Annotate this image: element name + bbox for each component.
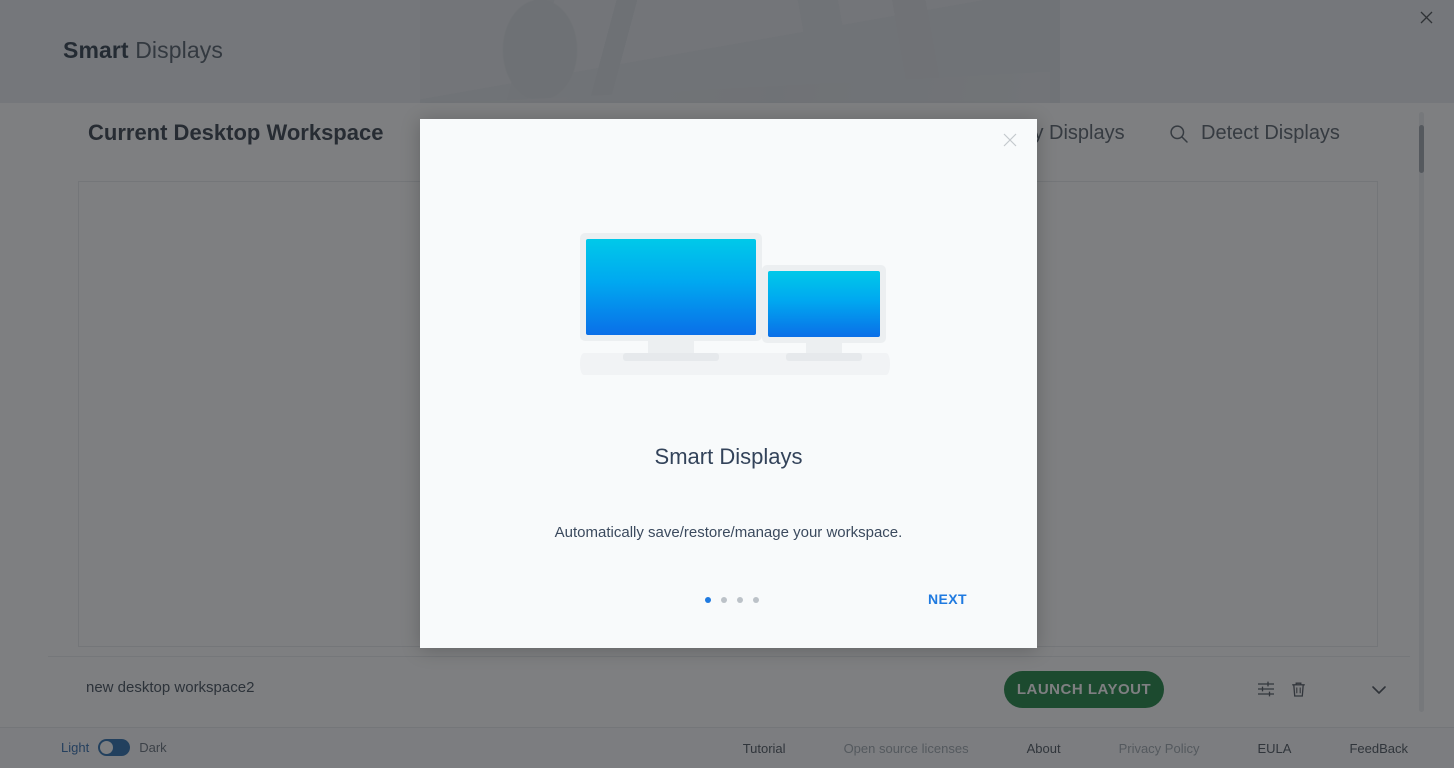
next-button[interactable]: NEXT: [928, 591, 967, 607]
pager-dot-2[interactable]: [721, 597, 727, 603]
secondary-monitor: [762, 265, 886, 361]
close-icon[interactable]: [995, 125, 1025, 155]
primary-monitor-neck: [648, 341, 694, 353]
dialog-subtitle: Automatically save/restore/manage your w…: [554, 524, 903, 541]
dialog-title: Smart Displays: [654, 444, 803, 469]
secondary-monitor-neck: [806, 343, 842, 353]
pager-dot-1[interactable]: [705, 597, 711, 603]
primary-monitor-foot: [623, 353, 719, 361]
pager-dot-4[interactable]: [753, 597, 759, 603]
primary-monitor: [580, 233, 762, 361]
primary-monitor-bezel: [580, 233, 762, 341]
secondary-monitor-foot: [786, 353, 862, 361]
onboarding-dialog: Smart Displays Automatically save/restor…: [420, 119, 1037, 648]
pager-dots: [705, 597, 759, 603]
secondary-monitor-screen: [768, 271, 880, 337]
secondary-monitor-bezel: [762, 265, 886, 343]
primary-monitor-screen: [586, 239, 756, 335]
pager-dot-3[interactable]: [737, 597, 743, 603]
dual-monitors-icon: [580, 215, 890, 375]
